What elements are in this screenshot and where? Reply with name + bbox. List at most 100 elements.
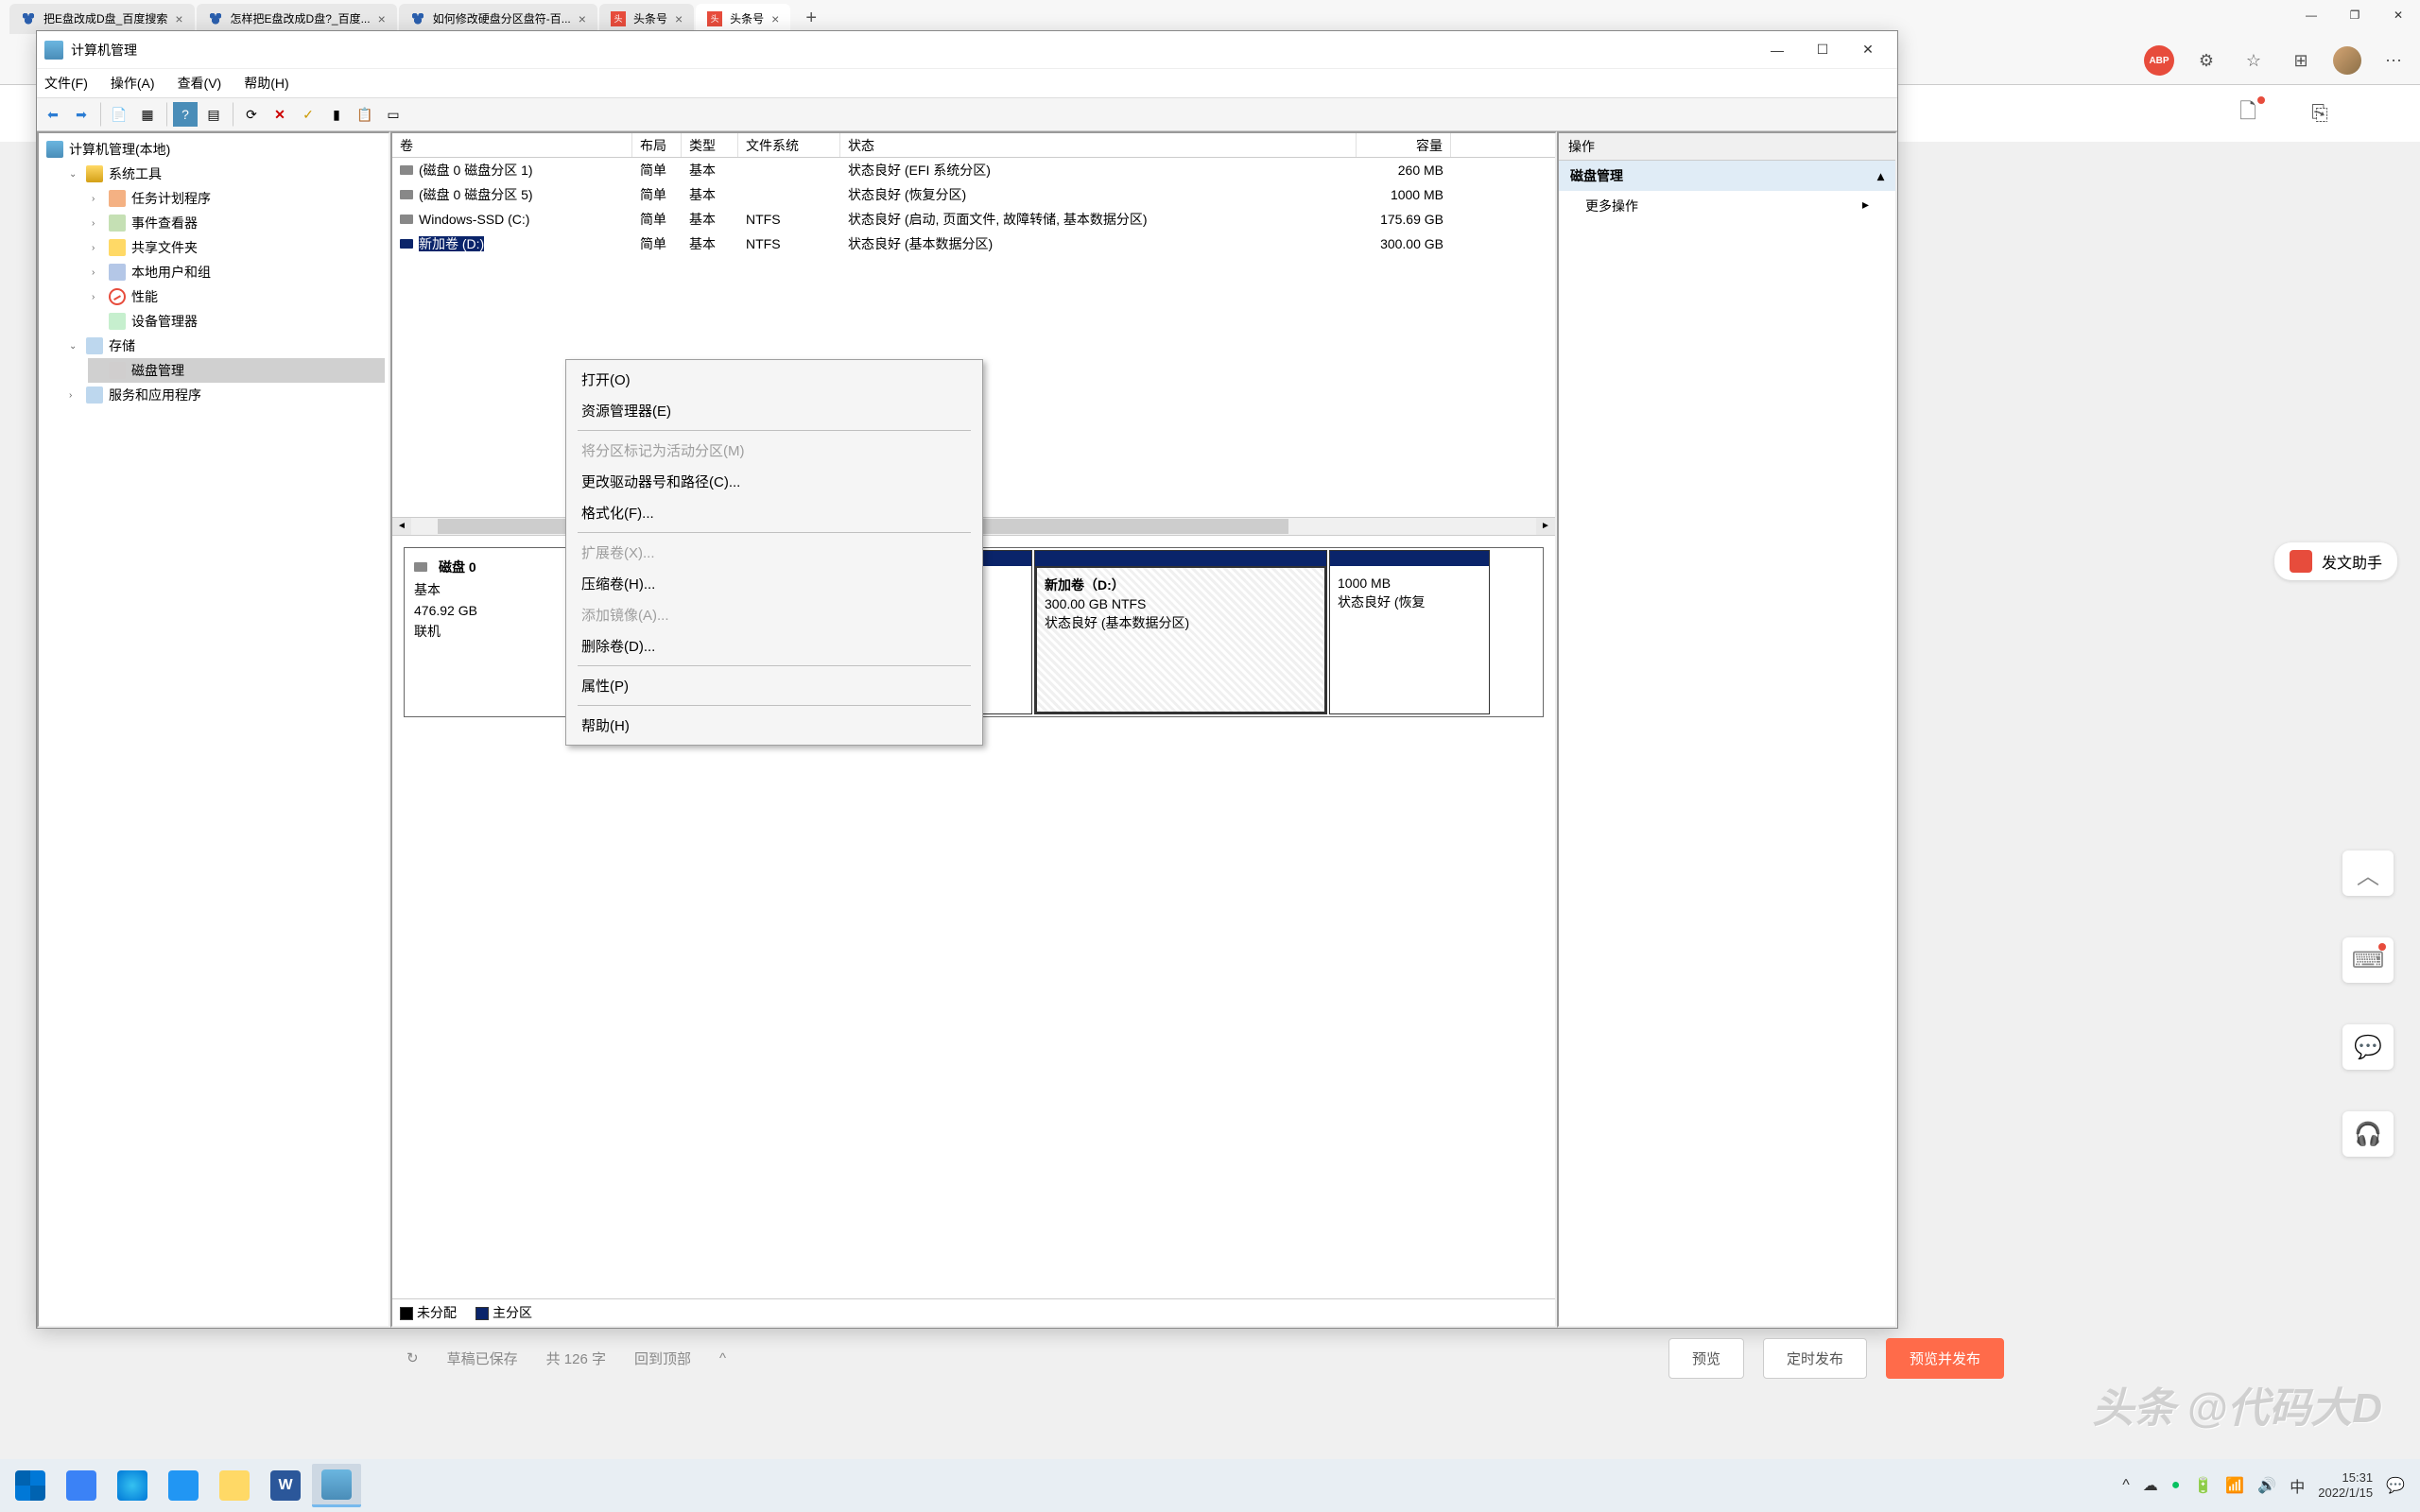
close-button[interactable]: ✕: [2377, 0, 2420, 30]
expand-icon[interactable]: ›: [92, 267, 103, 278]
browser-tab[interactable]: 怎样把E盘改成D盘?_百度...×: [197, 4, 397, 34]
refresh-icon[interactable]: ↻: [406, 1349, 419, 1366]
ctx-delete[interactable]: 删除卷(D)...: [568, 630, 980, 662]
expand-icon[interactable]: ›: [92, 243, 103, 253]
export-icon[interactable]: ⎘: [2305, 98, 2335, 129]
col-filesystem[interactable]: 文件系统: [738, 133, 840, 157]
ctx-help[interactable]: 帮助(H): [568, 710, 980, 741]
tree-task-scheduler[interactable]: ›任务计划程序: [88, 186, 385, 211]
profile-avatar[interactable]: [2333, 46, 2361, 75]
tree-device-manager[interactable]: 设备管理器: [88, 309, 385, 334]
collapse-icon[interactable]: ⌄: [69, 169, 80, 180]
tree-disk-management[interactable]: 磁盘管理: [88, 358, 385, 383]
tree-system-tools[interactable]: ⌄系统工具: [65, 162, 385, 186]
close-icon[interactable]: ×: [675, 11, 683, 26]
scroll-left-button[interactable]: ◄: [392, 518, 411, 535]
taskbar-clock[interactable]: 15:31 2022/1/15: [2318, 1470, 2373, 1500]
extensions-icon[interactable]: ⚙: [2191, 45, 2221, 76]
tree-event-viewer[interactable]: ›事件查看器: [88, 211, 385, 235]
back-to-top-link[interactable]: 回到顶部: [634, 1349, 691, 1368]
volume-row[interactable]: (磁盘 0 磁盘分区 5)简单基本状态良好 (恢复分区)1000 MB: [392, 182, 1555, 207]
view-button[interactable]: ▤: [201, 102, 226, 127]
close-icon[interactable]: ×: [175, 11, 182, 26]
close-icon[interactable]: ×: [579, 11, 586, 26]
col-status[interactable]: 状态: [840, 133, 1357, 157]
taskbar-edge[interactable]: [108, 1464, 157, 1507]
volume-row[interactable]: Windows-SSD (C:)简单基本NTFS状态良好 (启动, 页面文件, …: [392, 207, 1555, 232]
actions-more[interactable]: 更多操作▸: [1559, 191, 1895, 221]
tray-expand-icon[interactable]: ^: [2122, 1477, 2130, 1494]
expand-icon[interactable]: ›: [92, 292, 103, 302]
back-button[interactable]: ⬅: [41, 102, 65, 127]
maximize-button[interactable]: ❐: [2333, 0, 2377, 30]
favorites-icon[interactable]: ☆: [2238, 45, 2269, 76]
menu-help[interactable]: 帮助(H): [244, 74, 288, 93]
delete-button[interactable]: ✕: [268, 102, 292, 127]
new-tab-button[interactable]: +: [792, 8, 830, 29]
close-button[interactable]: ✕: [1846, 36, 1890, 64]
ctx-properties[interactable]: 属性(P): [568, 670, 980, 701]
refresh-button[interactable]: ⟳: [239, 102, 264, 127]
forward-button[interactable]: ➡: [69, 102, 94, 127]
check-button[interactable]: ✓: [296, 102, 320, 127]
up-button[interactable]: 📄: [107, 102, 131, 127]
browser-tab[interactable]: 头头条号×: [696, 4, 790, 34]
tray-volume-icon[interactable]: 🔊: [2257, 1476, 2276, 1495]
minimize-button[interactable]: —: [2290, 0, 2333, 30]
collapse-icon[interactable]: ⌄: [69, 341, 80, 352]
tree-local-users[interactable]: ›本地用户和组: [88, 260, 385, 284]
close-icon[interactable]: ×: [378, 11, 386, 26]
browser-tab[interactable]: 头头条号×: [599, 4, 694, 34]
taskbar-explorer[interactable]: [210, 1464, 259, 1507]
support-button[interactable]: 🎧: [2342, 1111, 2394, 1157]
window-titlebar[interactable]: 计算机管理 — ☐ ✕: [37, 31, 1897, 69]
sync-icon[interactable]: 🗋: [2233, 98, 2263, 129]
tray-notifications-icon[interactable]: 💬: [2386, 1476, 2405, 1495]
ctx-shrink[interactable]: 压缩卷(H)...: [568, 568, 980, 599]
tray-wifi-icon[interactable]: 📶: [2225, 1476, 2244, 1495]
partition-selected[interactable]: 新加卷（D:）300.00 GB NTFS状态良好 (基本数据分区): [1034, 550, 1327, 714]
tray-onedrive-icon[interactable]: ☁: [2143, 1476, 2158, 1495]
menu-action[interactable]: 操作(A): [111, 74, 155, 93]
collections-icon[interactable]: ⊞: [2286, 45, 2316, 76]
volume-row[interactable]: (磁盘 0 磁盘分区 1)简单基本状态良好 (EFI 系统分区)260 MB: [392, 158, 1555, 182]
menu-view[interactable]: 查看(V): [178, 74, 222, 93]
adblock-icon[interactable]: ABP: [2144, 45, 2174, 76]
maximize-button[interactable]: ☐: [1801, 36, 1844, 64]
browser-tab[interactable]: 如何修改硬盘分区盘符-百...×: [399, 4, 597, 34]
tree-storage[interactable]: ⌄存储: [65, 334, 385, 358]
tree-services[interactable]: ›服务和应用程序: [65, 383, 385, 407]
expand-icon[interactable]: ›: [92, 194, 103, 204]
ctx-change-letter[interactable]: 更改驱动器号和路径(C)...: [568, 466, 980, 497]
action1-button[interactable]: ▮: [324, 102, 349, 127]
start-button[interactable]: [6, 1464, 55, 1507]
tray-ime[interactable]: 中: [2290, 1474, 2305, 1497]
partition[interactable]: 1000 MB状态良好 (恢复: [1329, 550, 1490, 714]
preview-button[interactable]: 预览: [1668, 1338, 1744, 1379]
writing-helper[interactable]: 发文助手: [2274, 542, 2397, 580]
col-volume[interactable]: 卷: [392, 133, 632, 157]
scroll-top-button[interactable]: ︿: [2342, 850, 2394, 896]
tree-performance[interactable]: ›性能: [88, 284, 385, 309]
ctx-open[interactable]: 打开(O): [568, 364, 980, 395]
taskbar-app[interactable]: [57, 1464, 106, 1507]
tray-wechat-icon[interactable]: ●: [2171, 1477, 2181, 1494]
expand-icon[interactable]: ›: [92, 218, 103, 229]
col-capacity[interactable]: 容量: [1357, 133, 1451, 157]
tray-battery-icon[interactable]: 🔋: [2193, 1476, 2212, 1495]
menu-file[interactable]: 文件(F): [44, 74, 88, 93]
taskbar-word[interactable]: W: [261, 1464, 310, 1507]
up-icon[interactable]: ^: [719, 1350, 726, 1366]
more-icon[interactable]: ⋯: [2378, 45, 2409, 76]
expand-icon[interactable]: ›: [69, 390, 80, 401]
tree-shared-folders[interactable]: ›共享文件夹: [88, 235, 385, 260]
close-icon[interactable]: ×: [771, 11, 779, 26]
col-layout[interactable]: 布局: [632, 133, 682, 157]
show-hide-button[interactable]: ▦: [135, 102, 160, 127]
browser-tab[interactable]: 把E盘改成D盘_百度搜索×: [9, 4, 195, 34]
tree-root[interactable]: 计算机管理(本地): [43, 137, 385, 162]
minimize-button[interactable]: —: [1755, 36, 1799, 64]
keyboard-button[interactable]: ⌨: [2342, 937, 2394, 983]
help-button[interactable]: ?: [173, 102, 198, 127]
col-type[interactable]: 类型: [682, 133, 738, 157]
